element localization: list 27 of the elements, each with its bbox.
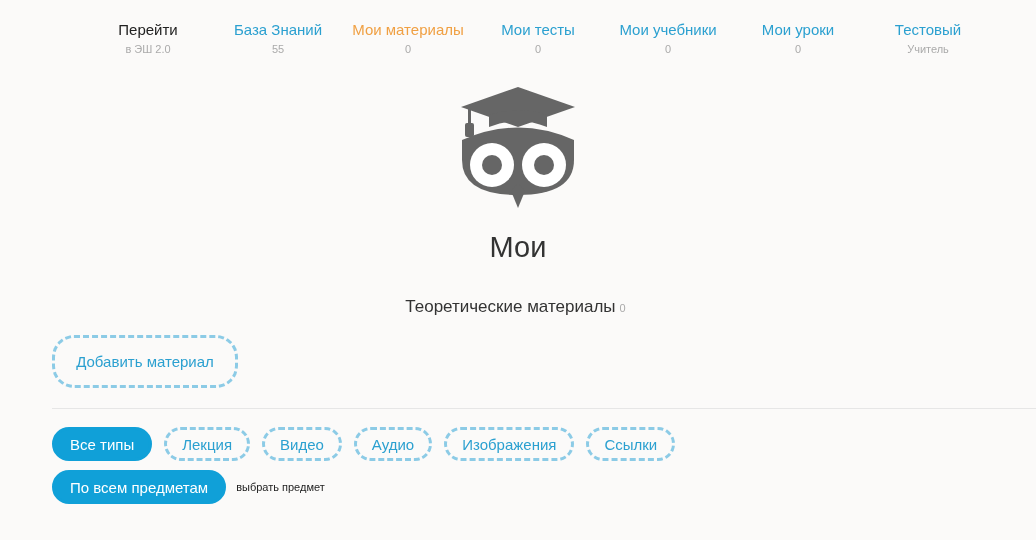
subject-filter-button[interactable]: По всем предметам bbox=[52, 470, 227, 504]
choose-subject-link[interactable]: выбрать предмет bbox=[236, 481, 325, 493]
type-filter-button[interactable]: Аудио bbox=[353, 427, 433, 461]
nav-link[interactable]: Тестовый bbox=[894, 21, 962, 38]
nav-count: в ЭШ 2.0 bbox=[125, 43, 171, 55]
type-filter-button[interactable]: Видео bbox=[262, 427, 342, 461]
type-filter-button[interactable]: Лекция bbox=[164, 427, 250, 461]
nav-link[interactable]: Мои учебники bbox=[619, 21, 717, 38]
nav-count: 0 bbox=[794, 43, 802, 55]
page-title: Мои bbox=[489, 231, 547, 264]
type-filter-button[interactable]: Все типы bbox=[52, 427, 153, 461]
nav-link[interactable]: Мои материалы bbox=[352, 21, 464, 38]
nav-count: 55 bbox=[271, 43, 285, 55]
nav-count: 0 bbox=[404, 43, 412, 55]
type-filter-button[interactable]: Изображения bbox=[444, 427, 575, 461]
nav-link[interactable]: База Знаний bbox=[233, 21, 323, 38]
nav-link[interactable]: Мои тесты bbox=[501, 21, 575, 38]
nav-link[interactable]: Перейти bbox=[118, 21, 178, 38]
nav-link[interactable]: Мои уроки bbox=[761, 21, 835, 38]
section-title: Теоретические материалы 0 bbox=[405, 297, 626, 317]
type-filter-button[interactable]: Ссылки bbox=[586, 427, 676, 461]
nav-count: 0 bbox=[534, 43, 542, 55]
nav-count: Учитель bbox=[907, 43, 949, 55]
owl-logo-icon bbox=[459, 85, 577, 209]
nav-count: 0 bbox=[664, 43, 672, 55]
section-count: 0 bbox=[619, 302, 626, 314]
add-material-button[interactable]: Добавить материал bbox=[52, 335, 238, 388]
